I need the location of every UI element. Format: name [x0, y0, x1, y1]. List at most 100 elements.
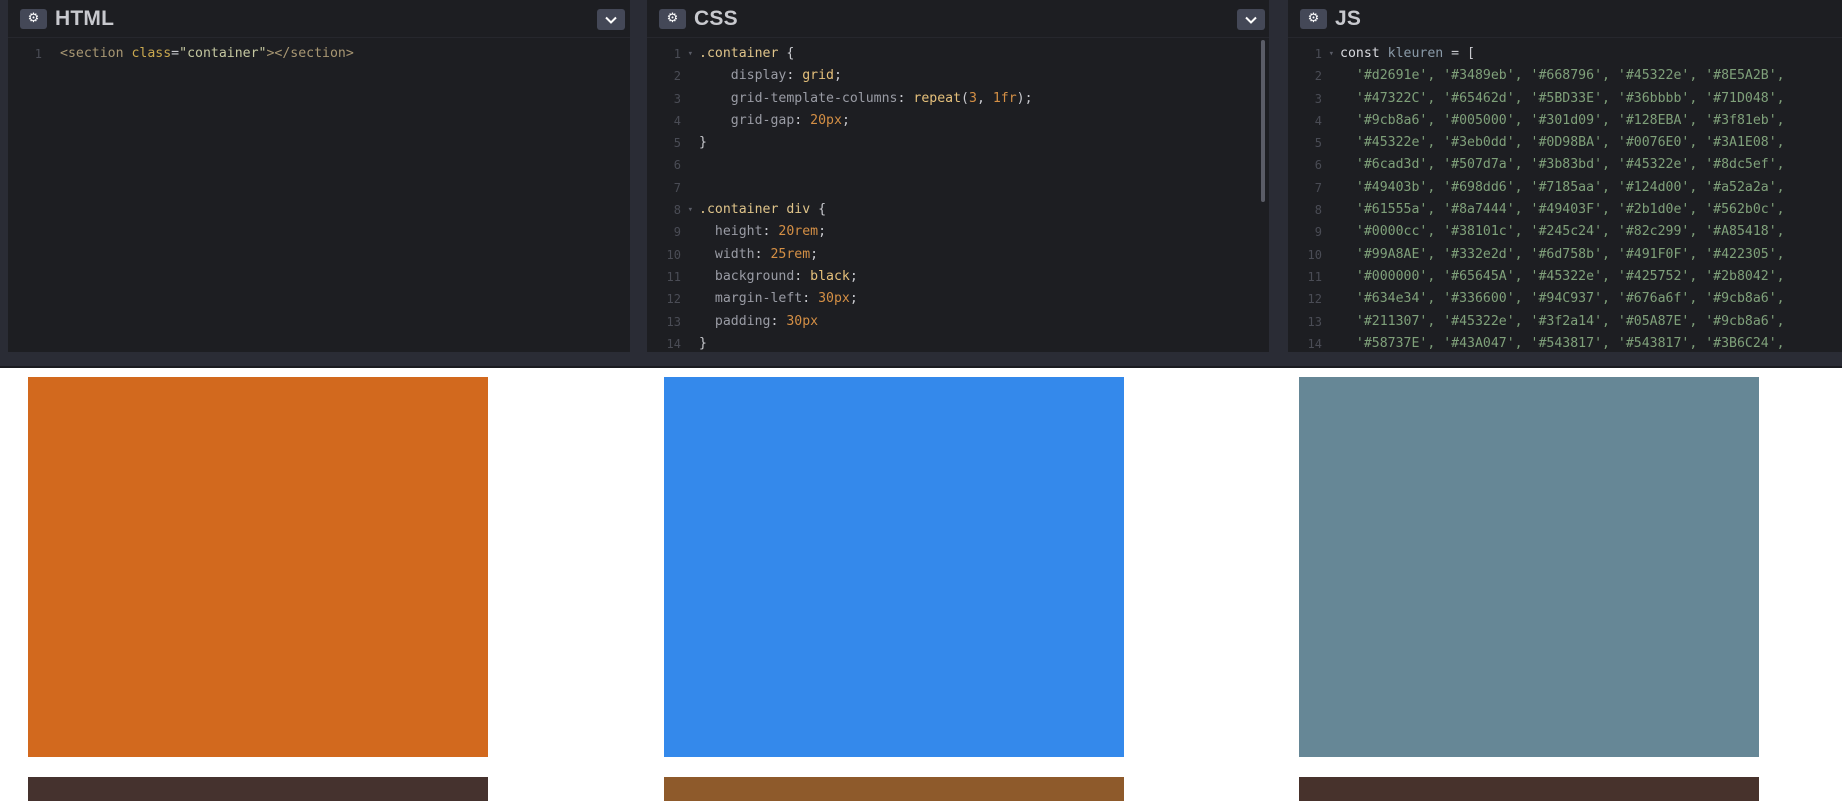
- css-code-line[interactable]: 4 grid-gap: 20px;: [647, 110, 1269, 132]
- code-token: '#9cb8a6', '#005000', '#301d09', '#128EB…: [1340, 112, 1785, 128]
- css-code-text: grid-template-columns: repeat(3, 1fr);: [685, 88, 1033, 110]
- css-code-text: .container {: [685, 43, 794, 65]
- code-token: "container": [179, 46, 267, 61]
- js-code-line[interactable]: 6 '#6cad3d', '#507d7a', '#3b83bd', '#453…: [1288, 154, 1842, 176]
- css-line-number: 14: [666, 336, 681, 351]
- code-token: height: [699, 224, 763, 240]
- html-settings-gear-icon[interactable]: ⚙: [20, 8, 47, 29]
- js-code-line[interactable]: 4 '#9cb8a6', '#005000', '#301d09', '#128…: [1288, 110, 1842, 132]
- css-code-line[interactable]: 12 margin-left: 30px;: [647, 288, 1269, 310]
- code-token: '#000000', '#65645A', '#45322e', '#42575…: [1340, 268, 1785, 284]
- html-code-editor[interactable]: 1 <section class="container"></section>: [8, 38, 630, 65]
- css-code-editor[interactable]: 1 ▾ .container {2 display: grid; 3 grid-tem…: [647, 38, 1269, 352]
- color-swatch: [1299, 377, 1759, 757]
- js-code-line[interactable]: 7 '#49403b', '#698dd6', '#7185aa', '#124…: [1288, 177, 1842, 199]
- css-code-text: padding: 30px: [685, 311, 818, 333]
- css-code-line[interactable]: 13 padding: 30px: [647, 311, 1269, 333]
- js-code-line[interactable]: 12 '#634e34', '#336600', '#94C937', '#67…: [1288, 288, 1842, 310]
- js-code-text: '#61555a', '#8a7444', '#49403F', '#2b1d0…: [1326, 199, 1785, 221]
- js-code-text: '#9cb8a6', '#005000', '#301d09', '#128EB…: [1326, 110, 1785, 132]
- code-token: :: [794, 268, 811, 284]
- code-token: <section: [60, 46, 132, 61]
- js-panel-title: JS: [1335, 6, 1362, 30]
- code-token: ;: [849, 268, 858, 284]
- css-settings-gear-icon[interactable]: ⚙: [659, 8, 686, 29]
- js-code-line[interactable]: 11 '#000000', '#65645A', '#45322e', '#42…: [1288, 266, 1842, 288]
- js-line-number: 12: [1307, 292, 1322, 307]
- css-code-line[interactable]: 11 background: black;: [647, 266, 1269, 288]
- fold-arrow-icon[interactable]: ▾: [688, 43, 693, 65]
- js-code-editor[interactable]: 1 ▾ const kleuren = [2 '#d2691e', '#3489eb…: [1288, 38, 1842, 352]
- fold-arrow-icon[interactable]: ▾: [688, 199, 693, 221]
- code-token: padding: [699, 313, 771, 329]
- js-code-text: '#58737E', '#43A047', '#543817', '#54381…: [1326, 333, 1785, 352]
- code-token: }: [699, 135, 707, 151]
- css-code-line[interactable]: 5}: [647, 132, 1269, 154]
- css-collapse-chevron-down-icon[interactable]: [1237, 9, 1265, 30]
- code-token: 25rem: [770, 246, 811, 262]
- js-code-line[interactable]: 8 '#61555a', '#8a7444', '#49403F', '#2b1…: [1288, 199, 1842, 221]
- css-code-line[interactable]: 2 display: grid;: [647, 65, 1269, 87]
- color-swatch: [1299, 777, 1759, 801]
- js-code-line[interactable]: 14 '#58737E', '#43A047', '#543817', '#54…: [1288, 333, 1842, 352]
- color-swatch: [664, 377, 1124, 757]
- code-token: (: [961, 90, 969, 106]
- js-line-number: 6: [1314, 158, 1322, 173]
- html-panel-title: HTML: [55, 6, 115, 30]
- html-code-text: <section class="container"></section>: [46, 43, 354, 65]
- js-settings-gear-icon[interactable]: ⚙: [1300, 8, 1327, 29]
- css-code-line[interactable]: 8 ▾ .container div {: [647, 199, 1269, 221]
- code-token: :: [762, 224, 779, 240]
- code-token: :: [770, 313, 787, 329]
- code-token: '#58737E', '#43A047', '#543817', '#54381…: [1340, 335, 1785, 351]
- css-code-line[interactable]: 10 width: 25rem;: [647, 244, 1269, 266]
- js-code-line[interactable]: 3 '#47322C', '#65462d', '#5BD33E', '#36b…: [1288, 88, 1842, 110]
- code-token: '#634e34', '#336600', '#94C937', '#676a6…: [1340, 291, 1785, 307]
- code-token: ,: [976, 90, 993, 106]
- css-code-line[interactable]: 6: [647, 154, 1269, 176]
- code-token: 20rem: [778, 224, 819, 240]
- js-line-number: 1 ▾: [1288, 43, 1334, 65]
- js-line-number: 7: [1314, 180, 1322, 195]
- css-code-line[interactable]: 3 grid-template-columns: repeat(3, 1fr);: [647, 88, 1269, 110]
- code-token: '#0000cc', '#38101c', '#245c24', '#82c29…: [1340, 224, 1785, 240]
- html-code-line[interactable]: 1 <section class="container"></section>: [8, 43, 630, 65]
- code-token: :: [754, 246, 771, 262]
- css-code-text: margin-left: 30px;: [685, 288, 858, 310]
- css-panel-title: CSS: [694, 6, 738, 30]
- js-code-line[interactable]: 5 '#45322e', '#3eb0dd', '#0D98BA', '#007…: [1288, 132, 1842, 154]
- css-line-number: 4: [673, 113, 681, 128]
- css-line-number: 12: [666, 292, 681, 307]
- code-token: 1fr: [992, 90, 1017, 106]
- js-code-text: '#0000cc', '#38101c', '#245c24', '#82c29…: [1326, 221, 1785, 243]
- js-code-line[interactable]: 13 '#211307', '#45322e', '#3f2a14', '#05…: [1288, 311, 1842, 333]
- color-swatch: [28, 777, 488, 801]
- css-code-line[interactable]: 9 height: 20rem;: [647, 221, 1269, 243]
- code-token: = [: [1443, 46, 1475, 61]
- html-line-number: 1: [34, 47, 42, 61]
- html-collapse-chevron-down-icon[interactable]: [597, 9, 625, 30]
- js-line-number: 8: [1314, 203, 1322, 218]
- js-code-text: '#45322e', '#3eb0dd', '#0D98BA', '#0076E…: [1326, 132, 1785, 154]
- js-code-line[interactable]: 2 '#d2691e', '#3489eb', '#668796', '#453…: [1288, 65, 1842, 87]
- css-editor-scrollbar[interactable]: [1261, 40, 1265, 202]
- js-code-line[interactable]: 1 ▾ const kleuren = [: [1288, 43, 1842, 65]
- css-code-line[interactable]: 1 ▾ .container {: [647, 43, 1269, 65]
- js-line-number: 4: [1314, 113, 1322, 128]
- code-token: ></section>: [266, 46, 354, 61]
- code-token: 3: [968, 90, 977, 106]
- js-code-line[interactable]: 10 '#99A8AE', '#332e2d', '#6d758b', '#49…: [1288, 244, 1842, 266]
- js-line-number: 5: [1314, 136, 1322, 151]
- css-code-line[interactable]: 14}: [647, 333, 1269, 352]
- css-code-text: [685, 154, 699, 176]
- code-token: '#49403b', '#698dd6', '#7185aa', '#124d0…: [1340, 179, 1785, 195]
- js-line-number: 3: [1314, 91, 1322, 106]
- result-preview: [0, 370, 1842, 801]
- js-code-text: '#211307', '#45322e', '#3f2a14', '#05A87…: [1326, 311, 1785, 333]
- fold-arrow-icon[interactable]: ▾: [1329, 43, 1334, 65]
- js-code-text: '#99A8AE', '#332e2d', '#6d758b', '#491F0…: [1326, 244, 1785, 266]
- code-token: ;: [810, 246, 819, 262]
- css-code-line[interactable]: 7: [647, 177, 1269, 199]
- js-code-line[interactable]: 9 '#0000cc', '#38101c', '#245c24', '#82c…: [1288, 221, 1842, 243]
- code-token: black: [810, 268, 850, 284]
